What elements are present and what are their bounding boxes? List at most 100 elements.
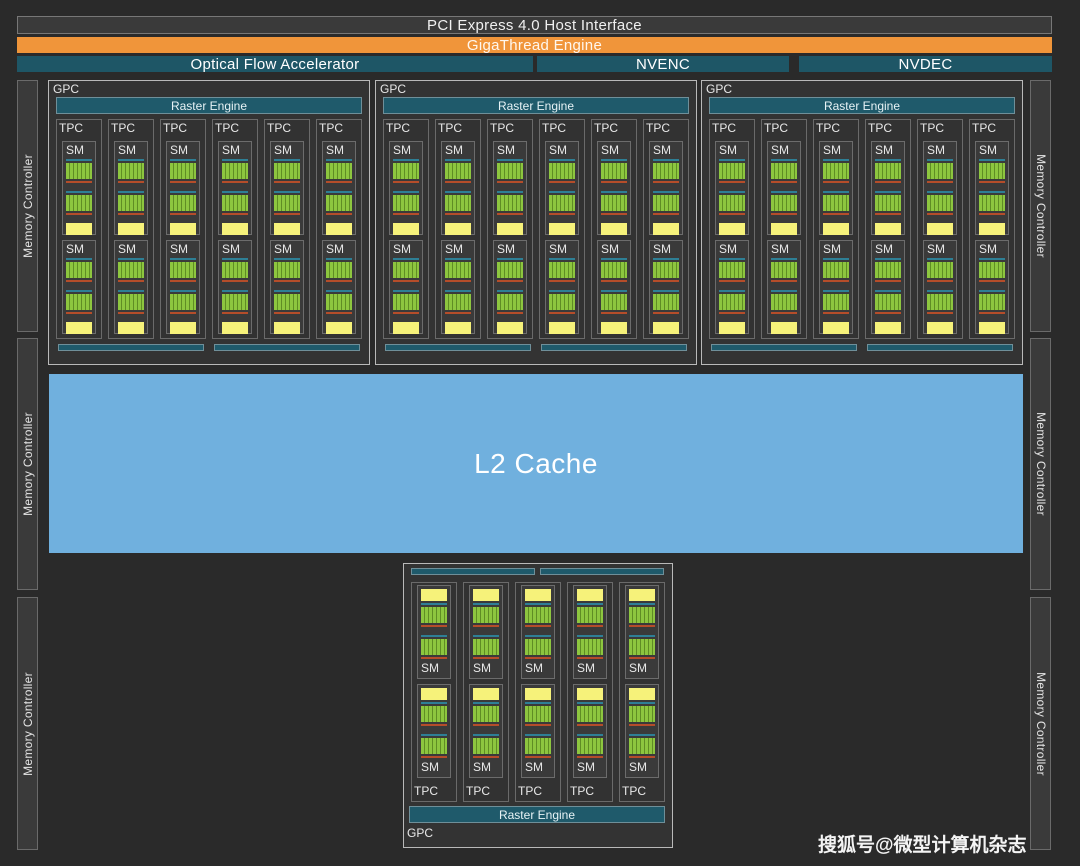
sm-strip	[979, 290, 1005, 292]
sm-core-block	[66, 294, 92, 310]
sm-core-block	[274, 195, 300, 211]
sm-label: SM	[629, 760, 647, 774]
sm-yellow-block	[719, 223, 745, 235]
sm-strip	[771, 312, 797, 314]
tpc-label: TPC	[764, 121, 788, 135]
sm-label: SM	[274, 143, 292, 157]
sm-strip	[473, 603, 499, 605]
sm-yellow-block	[393, 223, 419, 235]
sm-label: SM	[719, 242, 737, 256]
sm-yellow-block	[601, 223, 627, 235]
sm-strip	[653, 258, 679, 260]
raster-engine: Raster Engine	[56, 97, 362, 114]
gigathread-engine: GigaThread Engine	[17, 37, 1052, 54]
sm-yellow-block	[525, 589, 551, 601]
sm-yellow-block	[473, 688, 499, 700]
sm-yellow-block	[577, 688, 603, 700]
sm-strip	[421, 625, 447, 627]
tpc-label: TPC	[111, 121, 135, 135]
sm-strip	[525, 657, 551, 659]
sm-core-block	[577, 607, 603, 623]
sm-strip	[719, 290, 745, 292]
sm-core-block	[771, 163, 797, 179]
pcie-host-interface: PCI Express 4.0 Host Interface	[17, 16, 1052, 34]
sm-strip	[118, 312, 144, 314]
sm-core-block	[170, 163, 196, 179]
memory-controller-left-3: Memory Controller	[17, 597, 38, 850]
raster-engine: Raster Engine	[409, 806, 665, 823]
sm-strip	[979, 280, 1005, 282]
sm-strip	[393, 159, 419, 161]
sm-label: SM	[549, 242, 567, 256]
sm-strip	[66, 258, 92, 260]
sm-core-block	[497, 163, 523, 179]
sm-label: SM	[326, 143, 344, 157]
sm-strip	[222, 258, 248, 260]
sm-label: SM	[393, 143, 411, 157]
sm-strip	[719, 191, 745, 193]
sm-strip	[875, 290, 901, 292]
sm-strip	[118, 191, 144, 193]
sm-core-block	[653, 294, 679, 310]
sm-label: SM	[525, 661, 543, 675]
sm-strip	[577, 635, 603, 637]
sm-core-block	[823, 163, 849, 179]
sm-label: SM	[927, 143, 945, 157]
sm-strip	[629, 603, 655, 605]
sm-core-block	[979, 163, 1005, 179]
sm-strip	[445, 258, 471, 260]
sm-strip	[421, 635, 447, 637]
sm-strip	[222, 159, 248, 161]
sm-strip	[979, 159, 1005, 161]
sm-core-block	[445, 163, 471, 179]
sm-label: SM	[118, 143, 136, 157]
sm-core-block	[577, 738, 603, 754]
sm-strip	[927, 258, 953, 260]
sm-yellow-block	[979, 322, 1005, 334]
sm-strip	[326, 258, 352, 260]
sm-yellow-block	[771, 322, 797, 334]
sm-strip	[274, 159, 300, 161]
sm-core-block	[525, 738, 551, 754]
sm-yellow-block	[823, 223, 849, 235]
tpc-label: TPC	[868, 121, 892, 135]
sm-strip	[497, 280, 523, 282]
watermark-text: 搜狐号@微型计算机杂志	[818, 835, 1027, 856]
sm-strip	[118, 213, 144, 215]
sm-core-block	[979, 195, 1005, 211]
sm-strip	[393, 258, 419, 260]
sm-label: SM	[549, 143, 567, 157]
sm-yellow-block	[326, 322, 352, 334]
sm-yellow-block	[577, 589, 603, 601]
sm-strip	[629, 635, 655, 637]
sm-core-block	[601, 195, 627, 211]
tpc-label: TPC	[816, 121, 840, 135]
sm-core-block	[525, 607, 551, 623]
sm-strip	[979, 191, 1005, 193]
sm-yellow-block	[823, 322, 849, 334]
sm-yellow-block	[549, 223, 575, 235]
sm-label: SM	[421, 760, 439, 774]
sm-strip	[653, 191, 679, 193]
sm-strip	[875, 181, 901, 183]
sm-strip	[274, 290, 300, 292]
sm-label: SM	[222, 242, 240, 256]
sm-label: SM	[170, 242, 188, 256]
sm-strip	[445, 181, 471, 183]
sm-core-block	[601, 294, 627, 310]
tpc-label: TPC	[622, 784, 646, 798]
sm-core-block	[445, 195, 471, 211]
sm-core-block	[927, 262, 953, 278]
sm-strip	[525, 724, 551, 726]
raster-engine: Raster Engine	[709, 97, 1015, 114]
sm-core-block	[549, 195, 575, 211]
sm-strip	[326, 312, 352, 314]
sm-core-block	[875, 163, 901, 179]
sm-core-block	[577, 639, 603, 655]
sm-core-block	[326, 262, 352, 278]
sm-core-block	[421, 639, 447, 655]
sm-strip	[497, 159, 523, 161]
sm-strip	[393, 213, 419, 215]
sm-strip	[222, 312, 248, 314]
sm-core-block	[719, 163, 745, 179]
